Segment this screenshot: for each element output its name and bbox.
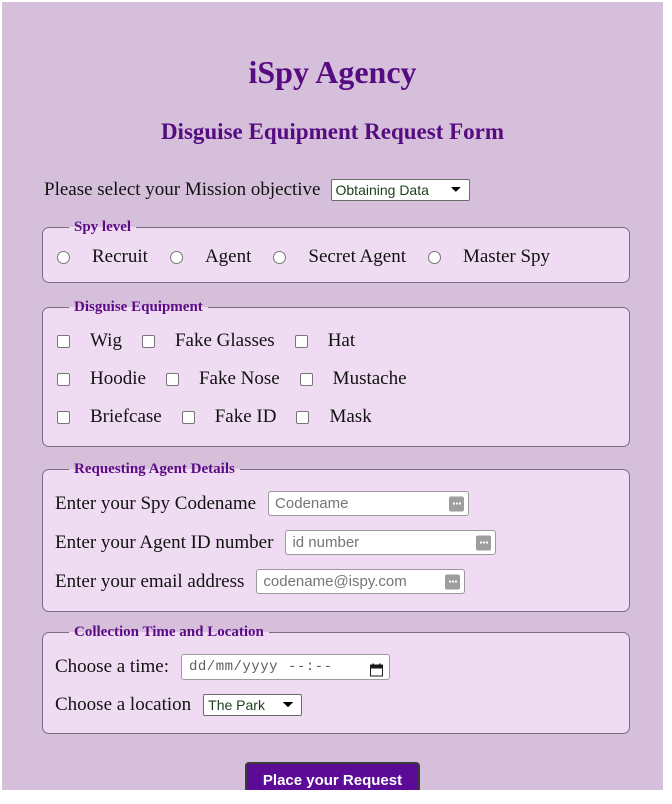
equipment-label-wig[interactable]: Wig	[70, 330, 142, 352]
equipment-checkbox-hoodie[interactable]	[57, 372, 70, 386]
spy-level-label-recruit[interactable]: Recruit	[70, 246, 170, 268]
equipment-checkbox-fake-id[interactable]	[181, 410, 195, 424]
requesting-agent-details-legend: Requesting Agent Details	[74, 461, 235, 477]
requesting-agent-details-body: Enter your Spy Codename Enter your Agent…	[43, 478, 629, 611]
collection-time-location-legend: Collection Time and Location	[74, 624, 264, 640]
equipment-row-3: Briefcase Fake ID Mask	[43, 398, 629, 436]
spy-level-radio-secret-agent[interactable]	[273, 250, 287, 264]
equipment-option-mustache[interactable]: Mustache	[299, 368, 427, 390]
spy-level-radio-recruit[interactable]	[57, 250, 70, 264]
spy-level-label-secret-agent[interactable]: Secret Agent	[286, 246, 428, 268]
equipment-checkbox-mustache[interactable]	[299, 372, 313, 386]
time-label: Choose a time:	[55, 656, 169, 677]
equipment-label-fake-nose[interactable]: Fake Nose	[179, 368, 300, 390]
spy-level-radio-agent[interactable]	[169, 250, 183, 264]
codename-input-wrap	[268, 491, 470, 516]
email-input-wrap	[256, 569, 466, 594]
equipment-label-briefcase[interactable]: Briefcase	[70, 406, 182, 428]
equipment-option-fake-nose[interactable]: Fake Nose	[165, 368, 300, 390]
requesting-agent-details-fieldset: Requesting Agent Details Enter your Spy …	[42, 461, 630, 612]
disguise-equipment-fieldset: Disguise Equipment Wig Fake Glasses Hat	[42, 299, 630, 447]
codename-row: Enter your Spy Codename	[43, 484, 629, 523]
mission-objective-select[interactable]: Obtaining Data	[330, 179, 470, 201]
agent-id-input-wrap	[285, 530, 497, 555]
equipment-label-mask[interactable]: Mask	[309, 406, 391, 428]
location-select[interactable]: The Park	[203, 694, 303, 716]
collection-time-location-fieldset: Collection Time and Location Choose a ti…	[42, 624, 630, 734]
equipment-checkbox-mask[interactable]	[296, 410, 310, 424]
spy-level-label-master-spy[interactable]: Master Spy	[441, 246, 572, 268]
equipment-label-hoodie[interactable]: Hoodie	[70, 368, 166, 390]
location-row: Choose a location The Park	[43, 687, 629, 723]
equipment-option-fake-glasses[interactable]: Fake Glasses	[141, 330, 295, 352]
form-page: iSpy Agency Disguise Equipment Request F…	[2, 2, 663, 790]
agent-id-input[interactable]	[285, 530, 497, 555]
disguise-equipment-legend: Disguise Equipment	[74, 299, 203, 315]
equipment-option-hoodie[interactable]: Hoodie	[57, 368, 166, 390]
location-label: Choose a location	[55, 694, 192, 715]
equipment-label-mustache[interactable]: Mustache	[313, 368, 427, 390]
spy-level-option-agent[interactable]: Agent	[169, 246, 273, 268]
mission-objective-row: Please select your Mission objective Obt…	[2, 145, 663, 201]
equipment-checkbox-hat[interactable]	[294, 334, 308, 348]
equipment-option-wig[interactable]: Wig	[57, 330, 142, 352]
equipment-checkbox-wig[interactable]	[57, 334, 70, 348]
codename-input[interactable]	[268, 491, 470, 516]
codename-label: Enter your Spy Codename	[55, 492, 257, 514]
time-row: Choose a time: dd/mm/yyyy --:--	[43, 647, 629, 687]
equipment-label-hat[interactable]: Hat	[308, 330, 375, 352]
datetime-input[interactable]: dd/mm/yyyy --:--	[180, 654, 390, 680]
equipment-label-fake-glasses[interactable]: Fake Glasses	[155, 330, 295, 352]
equipment-row-1: Wig Fake Glasses Hat	[43, 322, 629, 360]
spy-level-fieldset: Spy level Recruit Agent Secret Agent Mas…	[42, 219, 630, 283]
email-row: Enter your email address	[43, 562, 629, 601]
submit-row: Place your Request	[2, 734, 663, 790]
collection-body: Choose a time: dd/mm/yyyy --:-- Choose a…	[43, 641, 629, 733]
equipment-checkbox-fake-glasses[interactable]	[141, 334, 155, 348]
form-subtitle: Disguise Equipment Request Form	[160, 119, 505, 144]
equipment-checkbox-fake-nose[interactable]	[165, 372, 179, 386]
date-placeholder: dd/mm/yyyy	[188, 659, 278, 675]
spy-level-option-secret-agent[interactable]: Secret Agent	[273, 246, 428, 268]
equipment-option-mask[interactable]: Mask	[296, 406, 391, 428]
place-request-button[interactable]: Place your Request	[244, 762, 421, 790]
spy-level-option-recruit[interactable]: Recruit	[57, 246, 170, 268]
spy-level-legend: Spy level	[74, 219, 132, 235]
mission-objective-label: Please select your Mission objective	[44, 179, 321, 200]
spy-level-radio-master-spy[interactable]	[427, 250, 441, 264]
equipment-option-fake-id[interactable]: Fake ID	[181, 406, 297, 428]
equipment-option-hat[interactable]: Hat	[294, 330, 375, 352]
time-placeholder: --:--	[288, 659, 333, 675]
spy-level-options: Recruit Agent Secret Agent Master Spy	[43, 236, 629, 282]
equipment-option-briefcase[interactable]: Briefcase	[57, 406, 182, 428]
spy-level-option-master-spy[interactable]: Master Spy	[427, 246, 572, 268]
datetime-input-wrap[interactable]: dd/mm/yyyy --:--	[180, 654, 390, 680]
disguise-equipment-options: Wig Fake Glasses Hat Hoodie Fake Nose Mu…	[43, 316, 629, 446]
agent-id-row: Enter your Agent ID number	[43, 523, 629, 562]
page-title: iSpy Agency	[248, 54, 417, 90]
email-input[interactable]	[256, 569, 466, 594]
agent-id-label: Enter your Agent ID number	[55, 531, 274, 553]
email-label: Enter your email address	[55, 570, 245, 592]
equipment-checkbox-briefcase[interactable]	[57, 410, 70, 424]
equipment-label-fake-id[interactable]: Fake ID	[195, 406, 297, 428]
spy-level-label-agent[interactable]: Agent	[183, 246, 273, 268]
equipment-row-2: Hoodie Fake Nose Mustache	[43, 360, 629, 398]
spy-level-row: Recruit Agent Secret Agent Master Spy	[43, 242, 629, 272]
